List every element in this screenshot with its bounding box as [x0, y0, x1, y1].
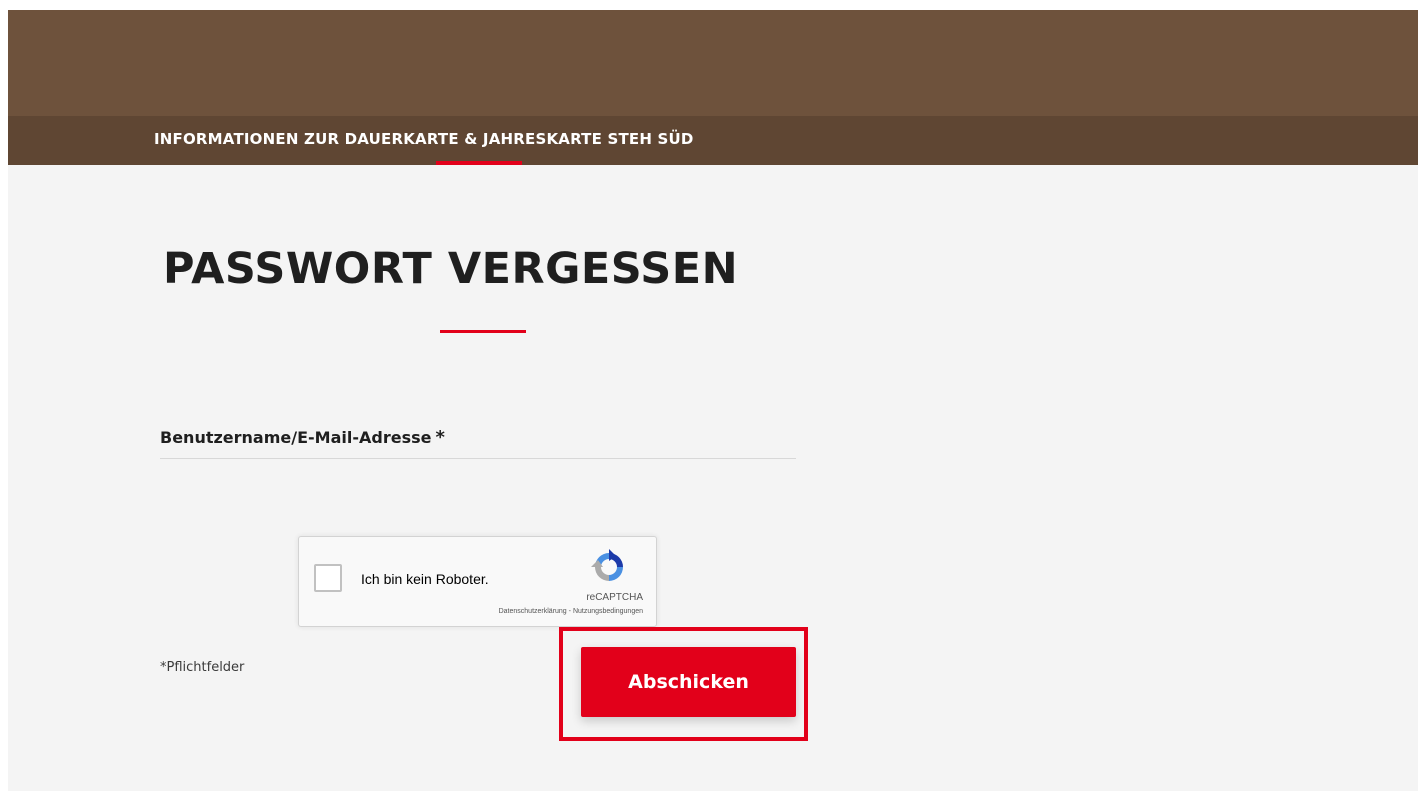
- recaptcha-logo-icon: [591, 549, 623, 581]
- page-frame: INFORMATIONEN ZUR DAUERKARTE & JAHRESKAR…: [8, 10, 1418, 791]
- username-email-input[interactable]: [160, 454, 796, 459]
- nav-active-indicator: [436, 161, 522, 165]
- recaptcha-label: Ich bin kein Roboter.: [361, 571, 489, 587]
- username-field-label: Benutzername/E-Mail-Adresse *: [160, 427, 445, 448]
- header-band: [8, 10, 1418, 116]
- recaptcha-checkbox[interactable]: [314, 564, 342, 592]
- sub-navigation: INFORMATIONEN ZUR DAUERKARTE & JAHRESKAR…: [8, 116, 1418, 165]
- recaptcha-terms-link[interactable]: Nutzungsbedingungen: [573, 608, 643, 615]
- recaptcha-links: Datenschutzerklärung - Nutzungsbedingung…: [499, 608, 643, 615]
- username-label-text: Benutzername/E-Mail-Adresse: [160, 428, 432, 447]
- submit-button[interactable]: Abschicken: [581, 647, 796, 717]
- required-asterisk: *: [435, 427, 445, 448]
- required-fields-note: *Pflichtfelder: [160, 660, 245, 675]
- recaptcha-widget: Ich bin kein Roboter. reCAPTCHA Datensch…: [298, 536, 657, 627]
- nav-item-dauerkarte-info[interactable]: INFORMATIONEN ZUR DAUERKARTE & JAHRESKAR…: [154, 130, 694, 148]
- page-title: PASSWORT VERGESSEN: [163, 244, 739, 294]
- title-underline: [440, 330, 526, 333]
- recaptcha-privacy-link[interactable]: Datenschutzerklärung: [499, 608, 567, 615]
- recaptcha-brand: reCAPTCHA: [586, 592, 643, 603]
